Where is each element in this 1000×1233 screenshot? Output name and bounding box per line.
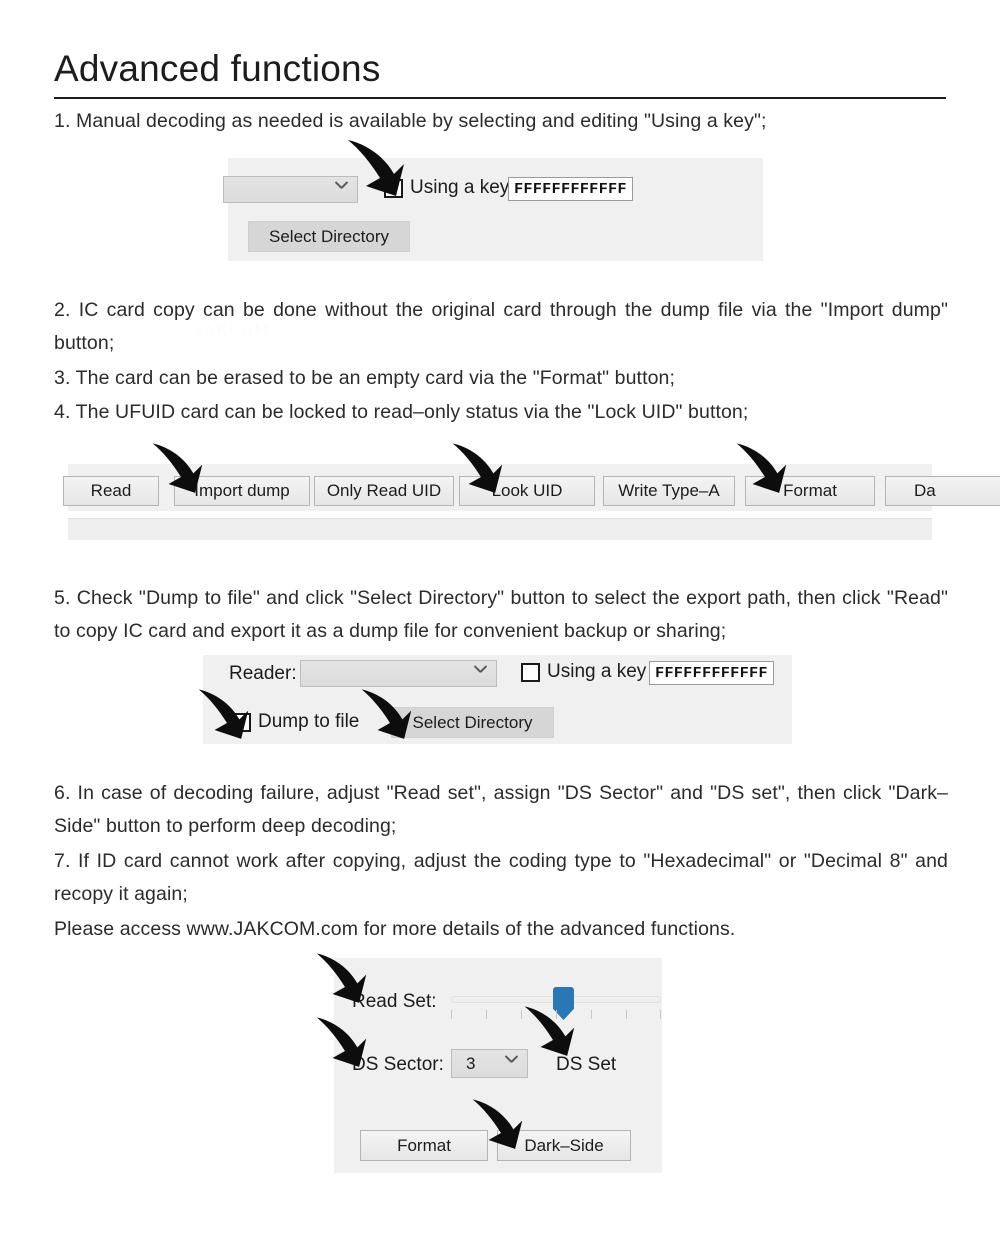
instruction-item-5: 5. Check "Dump to file" and click "Selec… xyxy=(54,587,948,642)
watermark-text: JAKCOM xyxy=(196,322,270,338)
select-directory-button[interactable]: Select Directory xyxy=(391,707,554,738)
instruction-item-1: 1. Manual decoding as needed is availabl… xyxy=(54,110,767,132)
reader-label: Reader: xyxy=(229,663,297,684)
using-a-key-label: Using a key xyxy=(547,661,647,682)
annotation-arrow-using-a-key xyxy=(348,140,404,196)
document-page: Advanced functions 1. Manual decoding as… xyxy=(0,0,1000,1233)
chevron-down-icon xyxy=(473,666,486,679)
annotation-arrow-select-directory xyxy=(361,689,412,739)
key-input[interactable]: FFFFFFFFFFFF xyxy=(508,177,633,201)
instruction-item-2: 2. IC card copy can be done without the … xyxy=(54,299,948,354)
write-type-a-button[interactable]: Write Type–A xyxy=(603,476,735,506)
instruction-item-3: 3. The card can be erased to be an empty… xyxy=(54,367,675,389)
read-set-slider[interactable] xyxy=(451,987,661,1020)
using-a-key-checkbox[interactable] xyxy=(521,663,540,682)
annotation-arrow-import-dump xyxy=(152,443,203,493)
annotation-arrow-dark-side xyxy=(472,1099,523,1149)
key-input[interactable]: FFFFFFFFFFFF xyxy=(649,661,774,685)
annotation-arrow-format xyxy=(736,443,787,493)
ds-sector-value: 3 xyxy=(466,1053,476,1073)
annotation-arrow-read-set xyxy=(316,953,367,1003)
toolbar-secondary-bar xyxy=(68,518,932,540)
dark-side-button-truncated[interactable]: Da xyxy=(885,476,1000,506)
key-settings-panel: Using a key FFFFFFFFFFFF Select Director… xyxy=(223,158,763,261)
reader-dropdown[interactable] xyxy=(300,660,497,687)
instruction-item-4: 4. The UFUID card can be locked to read–… xyxy=(54,401,749,423)
annotation-arrow-ds-set xyxy=(524,1006,575,1056)
dump-to-file-label: Dump to file xyxy=(258,711,360,732)
annotation-arrow-dump-to-file xyxy=(198,689,249,739)
annotation-arrow-look-uid xyxy=(452,443,503,493)
dump-to-file-panel: Reader: Using a key FFFFFFFFFFFF Dump to… xyxy=(203,655,792,744)
instruction-item-7: 7. If ID card cannot work after copying,… xyxy=(54,850,948,905)
footer-note: Please access www.JAKCOM.com for more de… xyxy=(54,918,736,940)
instruction-item-6: 6. In case of decoding failure, adjust "… xyxy=(54,782,948,837)
page-title: Advanced functions xyxy=(54,48,381,89)
only-read-uid-button[interactable]: Only Read UID xyxy=(314,476,454,506)
title-divider xyxy=(54,97,946,99)
using-a-key-label: Using a key xyxy=(410,177,510,198)
select-directory-button[interactable]: Select Directory xyxy=(248,221,410,252)
annotation-arrow-ds-sector xyxy=(316,1017,367,1067)
